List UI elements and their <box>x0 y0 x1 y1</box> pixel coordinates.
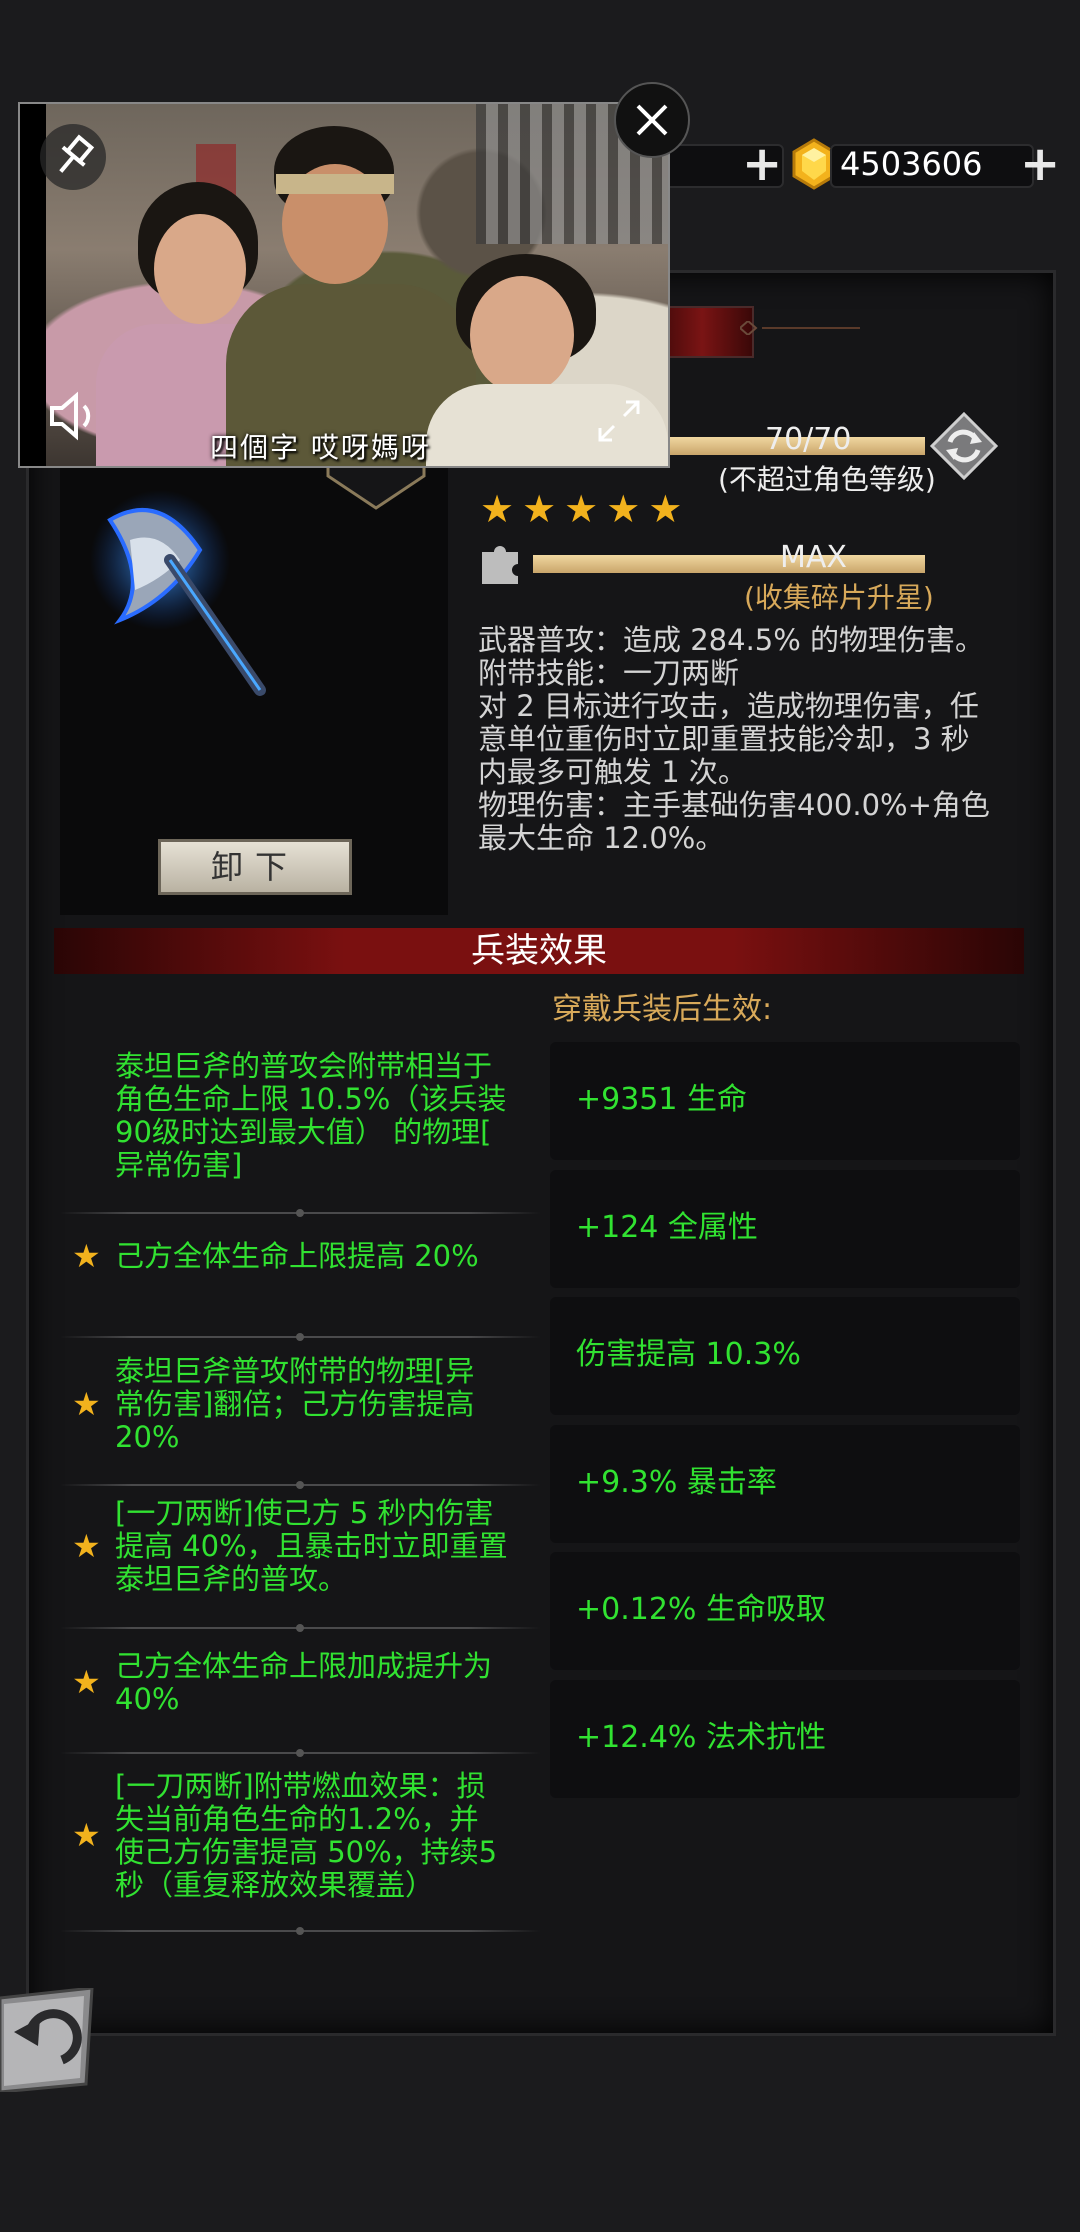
popup-video-player[interactable]: 四個字 哎呀媽呀 <box>18 102 670 468</box>
star-icon: ★ <box>648 487 683 531</box>
figure-1-face <box>154 214 246 324</box>
effect-line: 常伤害]翻倍；己方伤害提高 <box>115 1387 475 1421</box>
description-line: 物理伤害：主手基础伤害400.0%+角色 <box>478 788 990 822</box>
pin-icon[interactable] <box>40 124 106 190</box>
stat-item: 伤害提高 10.3% <box>550 1297 1020 1415</box>
weapon-stars: ★ ★ ★ ★ ★ <box>480 490 690 528</box>
plus-icon[interactable]: + <box>742 140 782 188</box>
volume-icon[interactable] <box>42 386 102 446</box>
star-icon: ★ <box>606 487 641 531</box>
shard-text: MAX <box>780 540 847 575</box>
separator-dot <box>296 1333 304 1341</box>
stat-item: +9351 生命 <box>550 1042 1020 1160</box>
effect-line: 己方全体生命上限加成提升为 <box>115 1649 493 1683</box>
effect-line: [一刀两断]附带燃血效果：损 <box>115 1769 486 1803</box>
video-frame <box>46 104 668 466</box>
effect-line: 20% <box>115 1420 180 1454</box>
effect-line: 泰坦巨斧的普攻会附带相当于 <box>115 1049 493 1083</box>
back-button[interactable] <box>0 1986 96 2094</box>
stat-item: +0.12% 生命吸取 <box>550 1552 1020 1670</box>
description-line: 意单位重伤时立即重置技能冷却，3 秒 <box>478 722 970 756</box>
effect-line: [一刀两断]使己方 5 秒内伤害 <box>115 1496 494 1530</box>
effect-star-icon: ★ <box>72 1236 101 1275</box>
effect-line: 40% <box>115 1682 180 1716</box>
star-icon: ★ <box>564 487 599 531</box>
expand-icon[interactable] <box>592 394 646 448</box>
stat-text: +12.4% 法术抗性 <box>576 1719 826 1755</box>
stat-item: +124 全属性 <box>550 1169 1020 1288</box>
plus-icon[interactable]: + <box>1020 140 1060 188</box>
shard-bar-fill <box>533 555 925 573</box>
weapon-description: 武器普攻：造成 284.5% 的物理伤害。 附带技能：一刀两断对 2 目标进行攻击… <box>478 624 1038 855</box>
description-line: 武器普攻：造成 284.5% 的物理伤害。 <box>478 623 985 657</box>
description-line: 附带技能：一刀两断 <box>478 656 740 690</box>
effect-line: 异常伤害] <box>115 1148 243 1182</box>
effect-star-icon: ★ <box>72 1526 101 1565</box>
effect-item: 己方全体生命上限加成提升为 40% <box>115 1650 535 1716</box>
separator-dot <box>296 1749 304 1757</box>
stat-item: +12.4% 法术抗性 <box>550 1679 1020 1798</box>
effect-item: [一刀两断]附带燃血效果：损 失当前角色生命的1.2%，并 使己方伤害提高 50%，… <box>115 1770 535 1902</box>
level-text: 70/70 <box>765 422 852 457</box>
stats-header: 穿戴兵装后生效: <box>552 992 773 1027</box>
titan-axe-icon <box>90 480 280 700</box>
shard-bar <box>533 555 925 573</box>
effects-title: 兵装效果 <box>471 931 607 971</box>
effect-item: 己方全体生命上限提高 20% <box>115 1240 535 1273</box>
effect-line: 泰坦巨斧普攻附带的物理[异 <box>115 1354 475 1388</box>
effect-item: [一刀两断]使己方 5 秒内伤害 提高 40%，且暴击时立即重置 泰坦巨斧的普攻。 <box>115 1497 535 1596</box>
description-line: 对 2 目标进行攻击，造成物理伤害，任 <box>478 689 979 723</box>
effect-line: 泰坦巨斧的普攻。 <box>115 1562 348 1596</box>
stat-text: 伤害提高 10.3% <box>576 1337 801 1372</box>
star-icon: ★ <box>480 487 515 531</box>
effect-item: 泰坦巨斧普攻附带的物理[异 常伤害]翻倍；己方伤害提高 20% <box>115 1355 535 1454</box>
video-subtitle: 四個字 哎呀媽呀 <box>210 431 431 464</box>
stat-text: +9351 生命 <box>576 1082 748 1117</box>
effect-line: 90级时达到最大值） 的物理[ <box>115 1115 492 1149</box>
star-icon: ★ <box>522 487 557 531</box>
stat-text: +9.3% 暴击率 <box>576 1464 777 1500</box>
level-note: (不超过角色等级) <box>718 463 936 496</box>
effect-star-icon: ★ <box>72 1384 101 1423</box>
effect-line: 角色生命上限 10.5%（该兵装 <box>115 1082 507 1116</box>
figure-3-face <box>470 276 574 394</box>
refresh-icon[interactable] <box>929 411 999 481</box>
effect-line: 提高 40%，且暴击时立即重置 <box>115 1529 508 1563</box>
description-line: 最大生命 12.0%。 <box>478 821 725 855</box>
gold-amount: 4503606 <box>840 145 983 183</box>
effect-item: 泰坦巨斧的普攻会附带相当于 角色生命上限 10.5%（该兵装 90级时达到最大值） … <box>115 1050 535 1182</box>
effect-star-icon: ★ <box>72 1816 101 1854</box>
puzzle-icon <box>478 540 524 586</box>
stat-item: +9.3% 暴击率 <box>550 1424 1020 1543</box>
effect-star-icon: ★ <box>72 1663 101 1701</box>
effect-line: 秒（重复释放效果覆盖） <box>115 1868 435 1902</box>
close-icon[interactable] <box>614 82 690 158</box>
separator-dot <box>296 1481 304 1489</box>
stat-text: +0.12% 生命吸取 <box>576 1592 826 1627</box>
effect-line: 己方全体生命上限提高 20% <box>115 1239 479 1273</box>
ribbon-ornament <box>738 319 860 337</box>
effect-line: 使己方伤害提高 50%，持续5 <box>115 1835 498 1869</box>
stat-text: +124 全属性 <box>576 1209 758 1245</box>
separator-dot <box>296 1624 304 1632</box>
separator-dot <box>296 1209 304 1217</box>
shard-note: (收集碎片升星) <box>744 581 934 614</box>
description-line: 内最多可触发 1 次。 <box>478 755 747 789</box>
effect-line: 失当前角色生命的1.2%，并 <box>115 1802 479 1836</box>
figure-2-headband <box>276 174 394 194</box>
separator-dot <box>296 1927 304 1935</box>
unequip-button[interactable]: 卸下 <box>158 839 352 895</box>
